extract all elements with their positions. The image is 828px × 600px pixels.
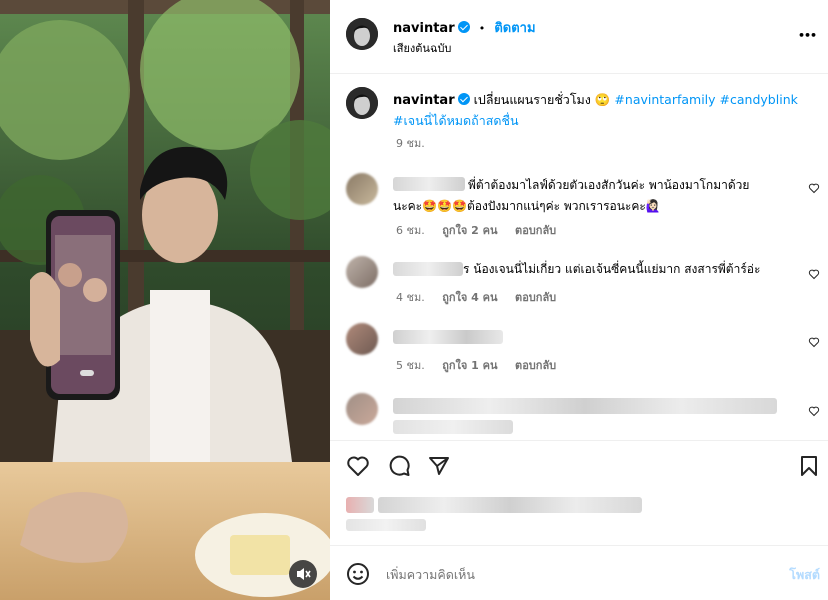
- like-comment-heart-icon[interactable]: [808, 182, 820, 194]
- hashtag-jennie[interactable]: #เจนนี่ได้หมดถ้าสดชื่น: [393, 113, 519, 128]
- comment-meta: 6 ชม. ถูกใจ 2 คน ตอบกลับ: [396, 221, 570, 239]
- reply-button[interactable]: ตอบกลับ: [515, 359, 556, 372]
- comment-likes[interactable]: ถูกใจ 4 คน: [442, 291, 497, 304]
- verified-badge-icon: [457, 93, 470, 105]
- comment-text-blurred: [393, 398, 777, 414]
- commenter-avatar[interactable]: [346, 256, 378, 288]
- hashtag-candyblink[interactable]: #candyblink: [720, 92, 798, 107]
- commenter-avatar[interactable]: [346, 173, 378, 205]
- author-username[interactable]: navintar: [393, 21, 455, 36]
- reply-button[interactable]: ตอบกลับ: [515, 224, 556, 237]
- verified-badge-icon: [457, 21, 470, 33]
- action-bar: [330, 440, 828, 546]
- header-separator: •: [478, 22, 486, 35]
- comment-text-blurred: [393, 420, 513, 434]
- like-comment-heart-icon[interactable]: [808, 268, 820, 280]
- author-avatar[interactable]: [346, 18, 378, 50]
- audio-label[interactable]: เสียงต้นฉบับ: [393, 39, 451, 57]
- commenter-username-blurred[interactable]: [393, 177, 465, 191]
- caption-time[interactable]: 9 ชม.: [396, 134, 425, 152]
- more-options-icon: •••: [798, 29, 817, 42]
- reply-button[interactable]: ตอบกลับ: [515, 291, 556, 304]
- follow-button[interactable]: ติดตาม: [494, 21, 535, 36]
- caption-username[interactable]: navintar: [393, 93, 455, 108]
- comment-time[interactable]: 5 ชม.: [396, 359, 425, 372]
- comment-input[interactable]: [386, 561, 746, 587]
- comments-area[interactable]: navintar เปลี่ยนแผนรายชั่วโมง 🙄 #navinta…: [330, 75, 828, 440]
- comment-time[interactable]: 4 ชม.: [396, 291, 425, 304]
- comment-bubble-icon[interactable]: [387, 454, 411, 478]
- avatar-photo: [346, 87, 378, 119]
- post-video[interactable]: [0, 0, 330, 600]
- comment-text-line: พี่ต้าต้องมาไลฟ์ด้วยตัวเองสักวันค่ะ พาน้…: [468, 178, 750, 192]
- like-comment-heart-icon[interactable]: [808, 336, 820, 348]
- caption-author-avatar[interactable]: [346, 87, 378, 119]
- caption: navintar เปลี่ยนแผนรายชั่วโมง 🙄 #navinta…: [393, 90, 813, 131]
- comment-composer: โพสต์: [330, 547, 828, 600]
- video-frame: [0, 0, 330, 600]
- mute-button[interactable]: [289, 560, 317, 588]
- comment-text-line: นะคะ🤩🤩🤩ต้องปังมากแน่ๆค่ะ พวกเรารอนะคะ🙋🏻‍…: [393, 199, 661, 213]
- save-bookmark-icon[interactable]: [798, 454, 820, 478]
- comment-likes[interactable]: ถูกใจ 1 คน: [442, 359, 497, 372]
- emoji-smiley-icon[interactable]: [346, 562, 370, 586]
- share-send-icon[interactable]: [427, 454, 451, 478]
- post-header: navintar • ติดตาม เสียงต้นฉบับ •••: [330, 0, 828, 74]
- comment-text: ร น้องเจนนี่ไม่เกี่ยว แต่เอเจ้นซี่คนนี้แ…: [463, 262, 761, 276]
- comment-meta: 4 ชม. ถูกใจ 4 คน ตอบกลับ: [396, 288, 570, 306]
- comment-likes[interactable]: ถูกใจ 2 คน: [442, 224, 497, 237]
- comment-text-blurred: [393, 330, 503, 344]
- commenter-avatar[interactable]: [346, 393, 378, 425]
- caption-text: เปลี่ยนแผนรายชั่วโมง 🙄: [473, 92, 611, 107]
- speaker-muted-icon: [297, 568, 311, 580]
- liked-by-avatars-blurred[interactable]: [346, 497, 374, 513]
- commenter-username-blurred[interactable]: [393, 262, 463, 276]
- comment-time[interactable]: 6 ชม.: [396, 224, 425, 237]
- commenter-avatar[interactable]: [346, 323, 378, 355]
- liked-by-text-blurred[interactable]: [378, 497, 642, 513]
- like-comment-heart-icon[interactable]: [808, 405, 820, 417]
- like-heart-icon[interactable]: [346, 454, 370, 478]
- post-date-blurred: [346, 519, 426, 531]
- comment-text: พี่ต้าต้องมาไลฟ์ด้วยตัวเองสักวันค่ะ พาน้…: [393, 175, 788, 217]
- comment-meta: 5 ชม. ถูกใจ 1 คน ตอบกลับ: [396, 356, 570, 374]
- hashtag-navintarfamily[interactable]: #navintarfamily: [614, 92, 715, 107]
- post-comment-button[interactable]: โพสต์: [789, 565, 820, 585]
- avatar-photo: [346, 18, 378, 50]
- more-options-button[interactable]: •••: [798, 24, 818, 42]
- post-panel: navintar • ติดตาม เสียงต้นฉบับ ••• navin…: [330, 0, 828, 600]
